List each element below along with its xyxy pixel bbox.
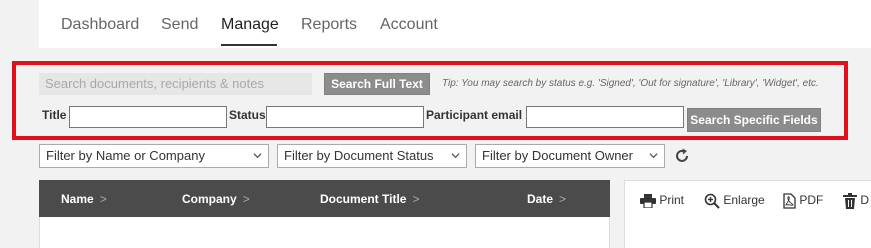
tab-account[interactable]: Account: [380, 16, 438, 34]
tab-manage[interactable]: Manage: [221, 16, 279, 34]
filter-label: Filter by Name or Company: [46, 148, 205, 163]
sort-arrow: >: [412, 192, 420, 206]
pdf-icon: [783, 193, 796, 209]
chevron-down-icon: [451, 153, 460, 159]
participant-email-field[interactable]: [526, 106, 684, 128]
tab-reports[interactable]: Reports: [301, 16, 357, 34]
tab-send[interactable]: Send: [161, 16, 198, 34]
filter-label: Filter by Document Owner: [482, 148, 633, 163]
sort-arrow: >: [559, 192, 567, 206]
filter-document-status-select[interactable]: Filter by Document Status: [277, 144, 467, 168]
pdf-button[interactable]: PDF: [783, 193, 823, 209]
column-date-header[interactable]: Date >: [527, 192, 566, 206]
title-label: Title: [42, 108, 67, 122]
print-button[interactable]: Print: [640, 193, 684, 209]
chevron-down-icon: [649, 153, 658, 159]
search-specific-fields-button[interactable]: Search Specific Fields: [687, 108, 821, 132]
top-nav: Dashboard Send Manage Reports Account: [39, 0, 871, 48]
tab-dashboard[interactable]: Dashboard: [61, 16, 139, 34]
column-document-title-header[interactable]: Document Title >: [320, 192, 419, 206]
full-text-search-input[interactable]: Search documents, recipients & notes: [39, 73, 312, 95]
search-tip: Tip: You may search by status e.g. 'Sign…: [442, 78, 819, 89]
filter-document-owner-select[interactable]: Filter by Document Owner: [475, 144, 665, 168]
column-name-header[interactable]: Name >: [61, 192, 107, 206]
participant-email-label: Participant email: [426, 108, 523, 122]
chevron-down-icon: [253, 153, 262, 159]
sort-arrow: >: [242, 192, 250, 206]
filter-name-company-select[interactable]: Filter by Name or Company: [39, 144, 269, 168]
column-company-header[interactable]: Company >: [182, 192, 250, 206]
active-tab-underline: [221, 44, 277, 46]
filter-label: Filter by Document Status: [284, 148, 434, 163]
document-table-header: Name > Company > Document Title > Date >: [39, 180, 610, 217]
sort-arrow: >: [99, 192, 107, 206]
refresh-icon[interactable]: [672, 146, 692, 166]
delete-button[interactable]: D: [843, 193, 869, 209]
title-field[interactable]: [69, 106, 227, 128]
zoom-in-icon: [704, 193, 720, 209]
enlarge-button[interactable]: Enlarge: [704, 193, 765, 209]
search-full-text-button[interactable]: Search Full Text: [324, 73, 430, 95]
document-table-body: [39, 217, 610, 248]
status-field[interactable]: [266, 106, 424, 128]
status-label: Status: [229, 108, 266, 122]
printer-icon: [640, 193, 656, 209]
trash-icon: [843, 193, 857, 209]
preview-panel: Print Enlarge PDF D: [624, 180, 871, 248]
